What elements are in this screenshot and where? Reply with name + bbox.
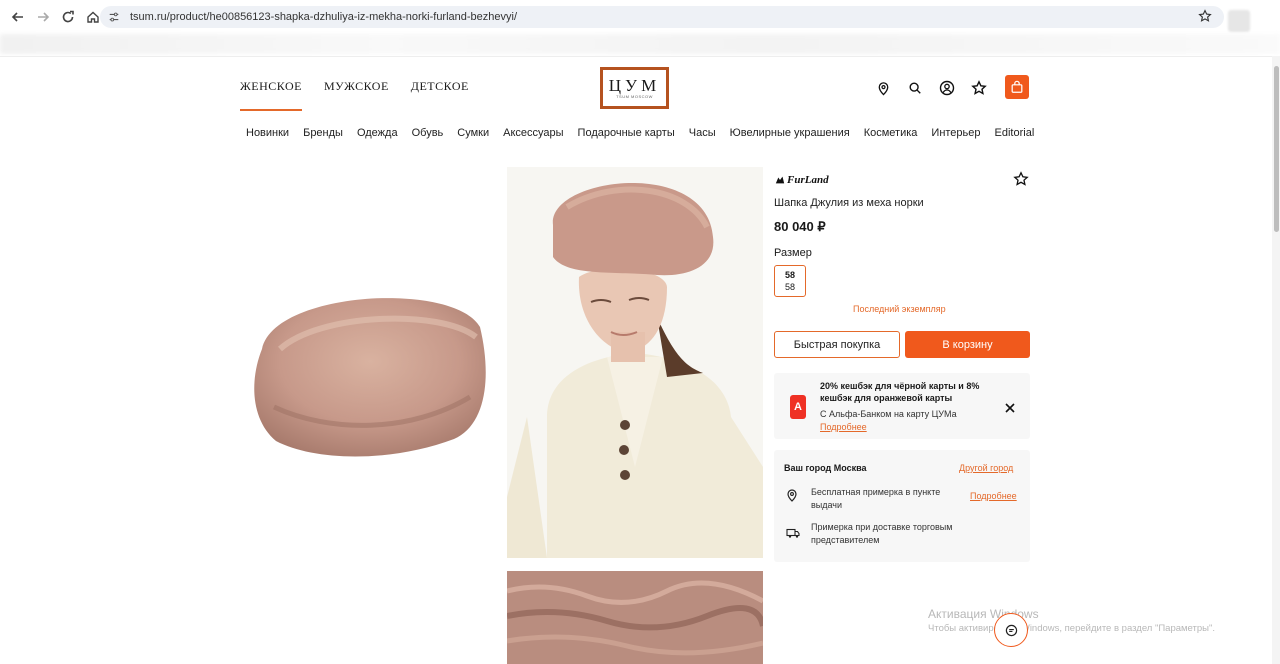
delivery-info: Ваш город Москва Другой город Бесплатная… <box>774 450 1030 562</box>
stock-note: Последний экземпляр <box>853 304 946 314</box>
cat-cosmetics[interactable]: Косметика <box>864 127 918 139</box>
profile-avatar[interactable] <box>1228 10 1250 32</box>
other-city-link[interactable]: Другой город <box>959 463 1013 473</box>
product-price: 80 040 ₽ <box>774 219 826 234</box>
search-icon[interactable] <box>906 79 924 97</box>
back-icon[interactable] <box>6 5 30 29</box>
account-icon[interactable] <box>938 79 956 97</box>
address-bar[interactable]: tsum.ru/product/he00856123-shapka-dzhuli… <box>100 6 1224 28</box>
category-nav: Новинки Бренды Одежда Обувь Сумки Аксесс… <box>246 127 1034 139</box>
promo-title: 20% кешбэк для чёрной карты и 8% кешбэк … <box>820 381 980 403</box>
promo-more-link[interactable]: Подробнее <box>820 422 867 432</box>
site-info-icon[interactable] <box>108 10 122 24</box>
windows-activation-subtitle: Чтобы активировать Windows, перейдите в … <box>928 623 1215 634</box>
header-icons <box>874 79 988 97</box>
chat-button[interactable] <box>994 613 1028 647</box>
cat-accessories[interactable]: Аксессуары <box>503 127 563 139</box>
add-to-favorites-icon[interactable] <box>1013 171 1031 189</box>
brand-name: FurLand <box>787 174 829 186</box>
quick-buy-button[interactable]: Быстрая покупка <box>774 331 900 358</box>
bag-icon <box>1011 80 1023 93</box>
promo-subtitle: С Альфа-Банком на карту ЦУМа <box>820 409 957 419</box>
close-icon[interactable] <box>1004 401 1016 413</box>
size-sub: 58 <box>784 282 795 292</box>
url-text: tsum.ru/product/he00856123-shapka-dzhuli… <box>130 11 518 23</box>
location-pin-icon[interactable] <box>874 79 892 97</box>
delivery-truck-icon <box>786 526 800 538</box>
cat-shoes[interactable]: Обувь <box>412 127 444 139</box>
product-page: ЖЕНСКОЕ МУЖСКОЕ ДЕТСКОЕ ЦУМ TSUM MOSCOW … <box>0 56 1272 664</box>
windows-activation-title: Активация Windows <box>928 607 1039 621</box>
size-value: 58 <box>784 270 795 280</box>
cat-interior[interactable]: Интерьер <box>931 127 980 139</box>
cart-button[interactable] <box>1005 75 1029 99</box>
page-scrollbar[interactable] <box>1272 56 1280 664</box>
brand-fox-icon <box>775 176 785 184</box>
product-image-fur-detail[interactable] <box>507 571 763 664</box>
bookmark-star-icon[interactable] <box>1198 9 1214 25</box>
scrollbar-thumb[interactable] <box>1274 66 1279 232</box>
courier-fitting-text: Примерка при доставке торговым представи… <box>811 522 953 545</box>
favorites-star-icon[interactable] <box>970 79 988 97</box>
tab-men[interactable]: МУЖСКОЕ <box>324 79 389 111</box>
pickup-text: Бесплатная примерка в пункте выдачи <box>811 487 941 510</box>
reload-icon[interactable] <box>56 5 80 29</box>
cat-brands[interactable]: Бренды <box>303 127 343 139</box>
logo-text: ЦУМ <box>608 76 661 95</box>
add-to-cart-button[interactable]: В корзину <box>905 331 1030 358</box>
cat-jewelry[interactable]: Ювелирные украшения <box>730 127 850 139</box>
cat-watches[interactable]: Часы <box>689 127 716 139</box>
forward-icon[interactable] <box>31 5 55 29</box>
product-image-hat[interactable] <box>240 257 496 467</box>
bookmarks-bar <box>0 34 1280 54</box>
size-label: Размер <box>774 247 812 259</box>
windows-activation-watermark: Активация Windows Чтобы активировать Win… <box>928 607 1215 634</box>
cat-bags[interactable]: Сумки <box>457 127 489 139</box>
product-image-model[interactable] <box>507 167 763 558</box>
brand-logo[interactable]: FurLand <box>775 171 829 189</box>
tsum-logo[interactable]: ЦУМ TSUM MOSCOW <box>600 67 669 109</box>
size-option-58[interactable]: 58 58 <box>774 265 806 297</box>
tab-kids[interactable]: ДЕТСКОЕ <box>411 79 469 111</box>
city-title: Ваш город Москва <box>784 463 867 473</box>
cat-new[interactable]: Новинки <box>246 127 289 139</box>
tab-women[interactable]: ЖЕНСКОЕ <box>240 79 302 111</box>
cat-editorial[interactable]: Editorial <box>995 127 1035 139</box>
alfa-promo-banner: А 20% кешбэк для чёрной карты и 8% кешбэ… <box>774 373 1030 439</box>
cat-gift-cards[interactable]: Подарочные карты <box>578 127 675 139</box>
chat-icon <box>1005 624 1017 636</box>
pickup-more-link[interactable]: Подробнее <box>970 491 1017 501</box>
logo-subtext: TSUM MOSCOW <box>616 94 653 99</box>
alfa-bank-icon: А <box>790 395 806 419</box>
gender-nav: ЖЕНСКОЕ МУЖСКОЕ ДЕТСКОЕ <box>240 79 469 111</box>
cat-clothing[interactable]: Одежда <box>357 127 398 139</box>
product-name: Шапка Джулия из меха норки <box>774 197 924 209</box>
pickup-location-icon <box>786 488 798 502</box>
